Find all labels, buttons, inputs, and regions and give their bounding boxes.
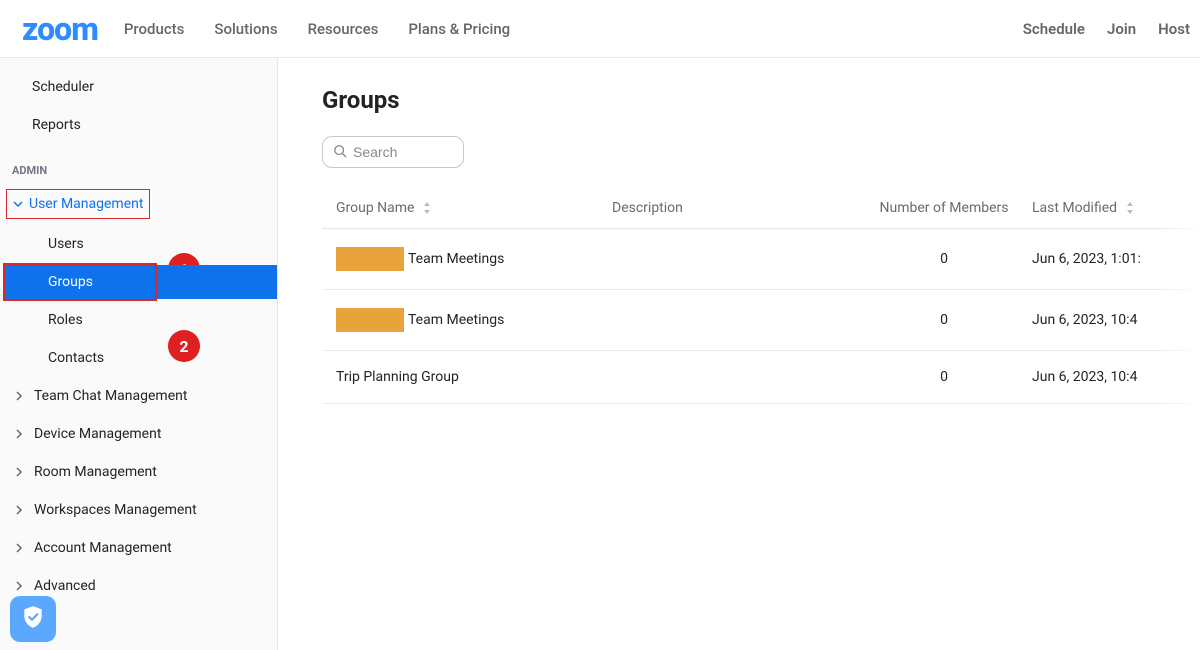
- sidebar-item-reports[interactable]: Reports: [0, 106, 277, 144]
- group-name: Team Meetings: [408, 251, 504, 267]
- table-row[interactable]: Team Meetings 0 Jun 6, 2023, 10:4: [322, 290, 1200, 351]
- sidebar-item-roles[interactable]: Roles: [0, 301, 277, 339]
- sidebar-item-label: Advanced: [34, 578, 96, 594]
- col-header-members[interactable]: Number of Members: [856, 200, 1032, 216]
- table-row[interactable]: Team Meetings 0 Jun 6, 2023, 1:01:: [322, 229, 1200, 290]
- col-header-modified[interactable]: Last Modified: [1032, 200, 1200, 216]
- top-nav: zoom Products Solutions Resources Plans …: [0, 0, 1200, 58]
- sidebar-item-contacts[interactable]: Contacts: [0, 339, 277, 377]
- chevron-down-icon: [11, 197, 25, 211]
- sidebar-item-label: Reports: [32, 117, 81, 133]
- chevron-right-icon: [12, 503, 26, 517]
- sidebar-heading-admin: ADMIN: [0, 144, 277, 187]
- sort-icon: [1125, 202, 1135, 214]
- group-modified: Jun 6, 2023, 1:01:: [1032, 251, 1200, 267]
- sidebar: Scheduler Reports ADMIN User Management …: [0, 58, 278, 650]
- sidebar-item-label: Scheduler: [32, 79, 94, 95]
- sidebar-item-label: Groups: [0, 274, 93, 290]
- group-modified: Jun 6, 2023, 10:4: [1032, 312, 1200, 328]
- sidebar-item-users[interactable]: Users: [0, 225, 277, 263]
- group-modified: Jun 6, 2023, 10:4: [1032, 369, 1200, 385]
- main-content: Groups Group Name Description Number: [278, 58, 1200, 650]
- group-members: 0: [856, 251, 1032, 267]
- sort-icon: [422, 202, 432, 214]
- group-members: 0: [856, 369, 1032, 385]
- chevron-right-icon: [12, 579, 26, 593]
- sidebar-item-label: Room Management: [34, 464, 157, 480]
- chevron-right-icon: [12, 427, 26, 441]
- nav-join[interactable]: Join: [1107, 20, 1136, 38]
- sidebar-item-label: User Management: [29, 196, 143, 212]
- sidebar-item-label: Users: [48, 236, 84, 252]
- sidebar-item-label: Roles: [48, 312, 83, 328]
- chevron-right-icon: [12, 465, 26, 479]
- group-name: Team Meetings: [408, 312, 504, 328]
- nav-products[interactable]: Products: [124, 20, 185, 38]
- sidebar-item-device-management[interactable]: Device Management: [0, 415, 277, 453]
- table-header: Group Name Description Number of Members…: [322, 200, 1200, 229]
- redacted-block: [336, 247, 404, 271]
- groups-table: Group Name Description Number of Members…: [322, 200, 1200, 404]
- chevron-right-icon: [12, 389, 26, 403]
- sidebar-item-label: Account Management: [34, 540, 172, 556]
- page-title: Groups: [322, 86, 1200, 114]
- shield-check-icon: [20, 604, 46, 634]
- shield-button[interactable]: [10, 596, 56, 642]
- nav-plans-pricing[interactable]: Plans & Pricing: [408, 20, 510, 38]
- search-input[interactable]: [353, 144, 453, 160]
- sidebar-item-account-management[interactable]: Account Management: [0, 529, 277, 567]
- search-icon: [333, 143, 353, 162]
- logo-text: zoom: [22, 10, 98, 48]
- top-nav-left: Products Solutions Resources Plans & Pri…: [124, 20, 510, 38]
- sidebar-item-label: Team Chat Management: [34, 388, 187, 404]
- search-box[interactable]: [322, 136, 464, 168]
- top-nav-right: Schedule Join Host: [1023, 0, 1200, 58]
- sidebar-item-label: Device Management: [34, 426, 161, 442]
- group-name: Trip Planning Group: [336, 369, 459, 385]
- sidebar-item-label: Workspaces Management: [34, 502, 197, 518]
- logo[interactable]: zoom: [22, 10, 98, 48]
- sidebar-item-workspaces-management[interactable]: Workspaces Management: [0, 491, 277, 529]
- col-header-description[interactable]: Description: [612, 200, 856, 216]
- sidebar-item-groups[interactable]: Groups: [0, 263, 277, 301]
- sidebar-item-team-chat-management[interactable]: Team Chat Management: [0, 377, 277, 415]
- chevron-right-icon: [12, 541, 26, 555]
- sidebar-item-user-management[interactable]: User Management: [6, 189, 150, 219]
- nav-solutions[interactable]: Solutions: [214, 20, 277, 38]
- sidebar-item-room-management[interactable]: Room Management: [0, 453, 277, 491]
- table-row[interactable]: Trip Planning Group 0 Jun 6, 2023, 10:4: [322, 351, 1200, 404]
- group-members: 0: [856, 312, 1032, 328]
- nav-host[interactable]: Host: [1158, 20, 1190, 38]
- sidebar-item-scheduler[interactable]: Scheduler: [0, 68, 277, 106]
- nav-schedule[interactable]: Schedule: [1023, 20, 1085, 38]
- redacted-block: [336, 308, 404, 332]
- nav-resources[interactable]: Resources: [308, 20, 379, 38]
- sidebar-item-label: Contacts: [48, 350, 104, 366]
- col-header-name[interactable]: Group Name: [336, 200, 612, 216]
